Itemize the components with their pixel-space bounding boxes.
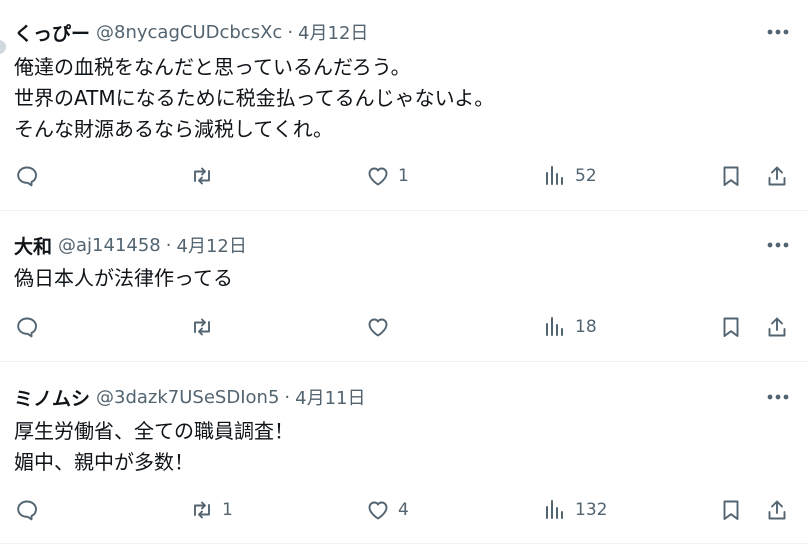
- views-button[interactable]: 132: [543, 495, 607, 525]
- analytics-icon: [546, 166, 563, 185]
- analytics-icon: [546, 500, 563, 519]
- action-bar: 1 52: [0, 161, 808, 191]
- tweet-divider: [0, 543, 808, 544]
- retweet-button[interactable]: 1: [190, 495, 233, 525]
- bookmark-icon: [723, 500, 739, 520]
- like-count: 1: [398, 166, 409, 186]
- reply-icon: [17, 317, 37, 338]
- separator-dot: ·: [287, 21, 294, 43]
- user-handle[interactable]: @aj141458: [58, 235, 161, 256]
- like-button[interactable]: 1: [366, 161, 409, 191]
- user-handle[interactable]: @8nycagCUDcbcsXc: [96, 22, 282, 43]
- share-button[interactable]: [765, 161, 789, 191]
- more-options-button[interactable]: [766, 235, 790, 255]
- tweet-divider: [0, 210, 808, 211]
- reply-button[interactable]: [15, 495, 47, 525]
- timestamp[interactable]: 4月12日: [177, 232, 247, 258]
- retweet-count: 1: [222, 500, 233, 520]
- retweet-icon: [194, 318, 210, 336]
- tweet-text-line: そんな財源あるなら減税してくれ。: [14, 117, 333, 141]
- retweet-button[interactable]: [190, 312, 222, 342]
- tweet-header: くっぴー @8nycagCUDcbcsXc · 4月12日: [14, 18, 368, 46]
- share-icon: [768, 317, 786, 337]
- views-button[interactable]: 52: [543, 161, 597, 191]
- bookmark-button[interactable]: [719, 495, 743, 525]
- action-bar: 18: [0, 312, 808, 342]
- more-horizontal-icon: [767, 242, 789, 248]
- view-count: 132: [575, 500, 608, 520]
- avatar[interactable]: [0, 40, 6, 54]
- timestamp[interactable]: 4月11日: [295, 384, 365, 410]
- tweet-header: 大和 @aj141458 · 4月12日: [14, 231, 247, 259]
- action-bar: 1 4 132: [0, 495, 808, 525]
- separator-dot: ·: [165, 234, 172, 256]
- share-button[interactable]: [765, 312, 789, 342]
- bookmark-icon: [723, 166, 739, 186]
- share-icon: [768, 166, 786, 186]
- reply-icon: [17, 166, 37, 187]
- tweet-text-line: 媚中、親中が多数！: [14, 450, 194, 474]
- heart-icon: [368, 501, 388, 520]
- views-button[interactable]: 18: [543, 312, 597, 342]
- share-button[interactable]: [765, 495, 789, 525]
- tweet-text: 俺達の血税をなんだと思っているんだろう。 世界のATMになるために税金払ってるん…: [14, 52, 494, 145]
- tweet-text: 厚生労働省、全ての職員調査！ 媚中、親中が多数！: [14, 416, 294, 478]
- like-button[interactable]: [366, 312, 398, 342]
- more-options-button[interactable]: [766, 22, 790, 42]
- heart-icon: [368, 318, 388, 337]
- tweet-divider: [0, 361, 808, 362]
- display-name[interactable]: 大和: [14, 232, 52, 259]
- display-name[interactable]: くっぴー: [14, 19, 90, 46]
- timestamp[interactable]: 4月12日: [298, 19, 368, 45]
- like-button[interactable]: 4: [366, 495, 409, 525]
- retweet-icon: [194, 501, 210, 519]
- more-options-button[interactable]: [766, 387, 790, 407]
- bookmark-button[interactable]: [719, 161, 743, 191]
- separator-dot: ·: [284, 386, 291, 408]
- bookmark-button[interactable]: [719, 312, 743, 342]
- like-count: 4: [398, 500, 409, 520]
- tweet-text-line: 厚生労働省、全ての職員調査！: [14, 419, 294, 443]
- heart-icon: [368, 167, 388, 186]
- reply-icon: [17, 500, 37, 521]
- tweet-text-line: 偽日本人が法律作ってる: [14, 266, 233, 290]
- analytics-icon: [546, 317, 563, 336]
- bookmark-icon: [723, 317, 739, 337]
- retweet-button[interactable]: [190, 161, 222, 191]
- tweet-text: 偽日本人が法律作ってる: [14, 263, 233, 294]
- more-horizontal-icon: [767, 394, 789, 400]
- reply-button[interactable]: [15, 312, 47, 342]
- retweet-icon: [194, 167, 210, 185]
- more-horizontal-icon: [767, 29, 789, 35]
- display-name[interactable]: ミノムシ: [14, 384, 90, 411]
- reply-button[interactable]: [15, 161, 47, 191]
- tweet-text-line: 世界のATMになるために税金払ってるんじゃないよ。: [14, 86, 495, 110]
- share-icon: [768, 500, 786, 520]
- view-count: 52: [575, 166, 597, 186]
- tweet-header: ミノムシ @3dazk7USeSDIon5 · 4月11日: [14, 383, 365, 411]
- view-count: 18: [575, 317, 597, 337]
- tweet-text-line: 俺達の血税をなんだと思っているんだろう。: [14, 55, 411, 79]
- user-handle[interactable]: @3dazk7USeSDIon5: [96, 387, 279, 408]
